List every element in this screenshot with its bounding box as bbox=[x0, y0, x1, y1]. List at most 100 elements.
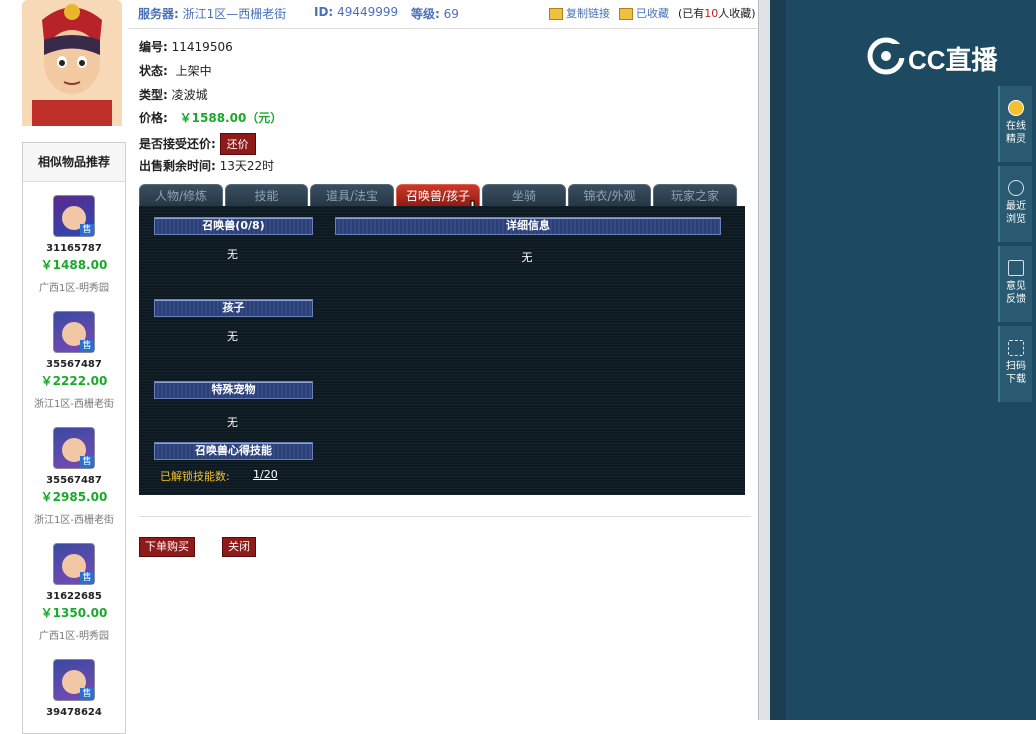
similar-item-price: ￥1488.00 bbox=[40, 258, 108, 272]
id-label: ID: bbox=[314, 5, 334, 19]
similar-item[interactable]: 售 35567487 ￥2985.00 浙江1区-西栅老街 bbox=[23, 427, 125, 526]
similar-item-thumbnail[interactable]: 售 bbox=[53, 543, 95, 585]
tool-feedback[interactable]: 意见 反馈 bbox=[998, 246, 1032, 322]
character-avatar bbox=[22, 0, 122, 126]
time-row: 出售剩余时间: 13天22时 bbox=[139, 157, 274, 174]
similar-item-id: 39478624 bbox=[46, 707, 102, 718]
tab-character[interactable]: 人物/修炼 bbox=[139, 184, 223, 208]
similar-item-id: 31165787 bbox=[46, 243, 102, 254]
bargain-label: 是否接受还价: bbox=[139, 137, 216, 151]
price-label: 价格: bbox=[139, 111, 168, 125]
tab-mounts[interactable]: 坐骑 bbox=[482, 184, 566, 208]
price-row: 价格: ￥1588.00（元） bbox=[139, 109, 282, 126]
special-pet-header: 特殊宠物 bbox=[154, 381, 313, 399]
number-label: 编号: bbox=[139, 40, 168, 54]
collect-count: (已有10人收藏) bbox=[678, 5, 756, 21]
id-value: 49449999 bbox=[337, 5, 399, 19]
type-label: 类型: bbox=[139, 88, 168, 102]
type-value: 凌波城 bbox=[171, 88, 208, 102]
tool-scan-download[interactable]: 扫码 下载 bbox=[998, 326, 1032, 402]
similar-item-price: ￥1350.00 bbox=[40, 606, 108, 620]
server-value: 浙江1区—西栅老街 bbox=[182, 7, 287, 21]
similar-item-server: 浙江1区-西栅老街 bbox=[34, 515, 114, 526]
status-label: 状态: bbox=[139, 64, 168, 78]
edit-icon bbox=[1008, 260, 1024, 276]
close-button[interactable]: 关闭 bbox=[222, 537, 256, 557]
item-header: 服务器: 浙江1区—西栅老街 ID: 49449999 等级: 69 复制链接 … bbox=[128, 0, 758, 29]
bargain-button[interactable]: 还价 bbox=[219, 133, 256, 155]
cc-logo-text: CC直播 bbox=[908, 45, 998, 75]
tool-label-line1: 在线 bbox=[1006, 121, 1026, 132]
similar-item-server: 广西1区-明秀园 bbox=[39, 283, 109, 294]
status-value: 上架中 bbox=[175, 64, 212, 78]
similar-items-title: 相似物品推荐 bbox=[23, 143, 125, 182]
order-button[interactable]: 下单购买 bbox=[139, 537, 195, 557]
bargain-row: 是否接受还价: 还价 bbox=[139, 133, 256, 155]
similar-item-thumbnail[interactable]: 售 bbox=[53, 427, 95, 469]
unlock-value[interactable]: 1/20 bbox=[253, 468, 278, 481]
tool-label-line1: 意见 bbox=[1006, 281, 1026, 292]
cc-live-logo: CC直播 bbox=[866, 36, 1006, 76]
time-value: 13天22时 bbox=[219, 159, 275, 173]
price-value: ￥1588.00（元） bbox=[179, 111, 283, 125]
tool-recent-browse[interactable]: 最近 浏览 bbox=[998, 166, 1032, 242]
summon-panel: 召唤兽(0/8) 无 详细信息 无 孩子 无 特殊宠物 无 召唤兽心得技能 已解… bbox=[139, 206, 745, 495]
collect-count-prefix: (已有 bbox=[678, 7, 705, 20]
similar-item-id: 31622685 bbox=[46, 591, 102, 602]
divider bbox=[139, 516, 751, 517]
sale-badge: 售 bbox=[80, 572, 94, 584]
tool-label-line1: 最近 bbox=[1006, 201, 1026, 212]
collect-count-number: 10 bbox=[704, 7, 719, 20]
similar-item-server: 广西1区-明秀园 bbox=[39, 631, 109, 642]
tool-label-line2: 下载 bbox=[1006, 374, 1026, 385]
tab-outfits[interactable]: 锦衣/外观 bbox=[568, 184, 651, 208]
sale-badge: 售 bbox=[80, 688, 94, 700]
similar-item[interactable]: 售 31165787 ￥1488.00 广西1区-明秀园 bbox=[23, 195, 125, 294]
similar-item-thumbnail[interactable]: 售 bbox=[53, 659, 95, 701]
tool-label-line2: 精灵 bbox=[1006, 134, 1026, 145]
clock-icon bbox=[1008, 180, 1024, 196]
server-label: 服务器: bbox=[138, 7, 179, 21]
window-edge bbox=[770, 0, 786, 720]
detail-value: 无 bbox=[521, 251, 533, 264]
number-value: 11419506 bbox=[171, 40, 233, 54]
copy-link-button[interactable]: 复制链接 bbox=[549, 5, 610, 21]
cc-logo-icon bbox=[867, 37, 910, 75]
similar-item-thumbnail[interactable]: 售 bbox=[53, 195, 95, 237]
tab-items[interactable]: 道具/法宝 bbox=[310, 184, 394, 208]
similar-item[interactable]: 售 39478624 bbox=[23, 659, 125, 718]
copy-link-icon bbox=[549, 7, 563, 20]
tool-label-line2: 浏览 bbox=[1006, 214, 1026, 225]
similar-item[interactable]: 售 31622685 ￥1350.00 广西1区-明秀园 bbox=[23, 543, 125, 642]
unlock-label: 已解锁技能数: bbox=[160, 470, 230, 483]
skill-header: 召唤兽心得技能 bbox=[154, 442, 313, 460]
level-value: 69 bbox=[443, 7, 459, 21]
sale-badge: 售 bbox=[80, 224, 94, 236]
sale-badge: 售 bbox=[80, 340, 94, 352]
similar-items-box: 相似物品推荐 售 31165787 ￥1488.00 广西1区-明秀园 售 35… bbox=[22, 142, 126, 734]
sale-badge: 售 bbox=[80, 456, 94, 468]
summon-value: 无 bbox=[227, 248, 238, 261]
similar-item-server: 浙江1区-西栅老街 bbox=[34, 399, 114, 410]
status-row: 状态: 上架中 bbox=[139, 62, 212, 79]
special-pet-value: 无 bbox=[227, 416, 238, 429]
sprite-icon bbox=[1008, 100, 1024, 116]
copy-link-label: 复制链接 bbox=[566, 7, 610, 20]
similar-item-price: ￥2222.00 bbox=[40, 374, 108, 388]
scan-icon bbox=[1008, 340, 1024, 356]
collected-button[interactable]: 已收藏 bbox=[619, 5, 669, 21]
child-header: 孩子 bbox=[154, 299, 313, 317]
tab-skills[interactable]: 技能 bbox=[225, 184, 308, 208]
collect-count-suffix: 人收藏) bbox=[718, 7, 756, 20]
summon-header: 召唤兽(0/8) bbox=[154, 217, 313, 235]
tool-online-sprite[interactable]: 在线 精灵 bbox=[998, 86, 1032, 162]
child-value: 无 bbox=[227, 330, 238, 343]
level-label: 等级: bbox=[411, 7, 440, 21]
side-toolbar: 在线 精灵 最近 浏览 意见 反馈 扫码 下载 bbox=[998, 86, 1032, 406]
similar-item-thumbnail[interactable]: 售 bbox=[53, 311, 95, 353]
similar-item[interactable]: 售 35567487 ￥2222.00 浙江1区-西栅老街 bbox=[23, 311, 125, 410]
tab-home[interactable]: 玩家之家 bbox=[653, 184, 737, 208]
tool-label-line1: 扫码 bbox=[1006, 361, 1026, 372]
similar-item-id: 35567487 bbox=[46, 359, 102, 370]
detail-header: 详细信息 bbox=[335, 217, 721, 235]
